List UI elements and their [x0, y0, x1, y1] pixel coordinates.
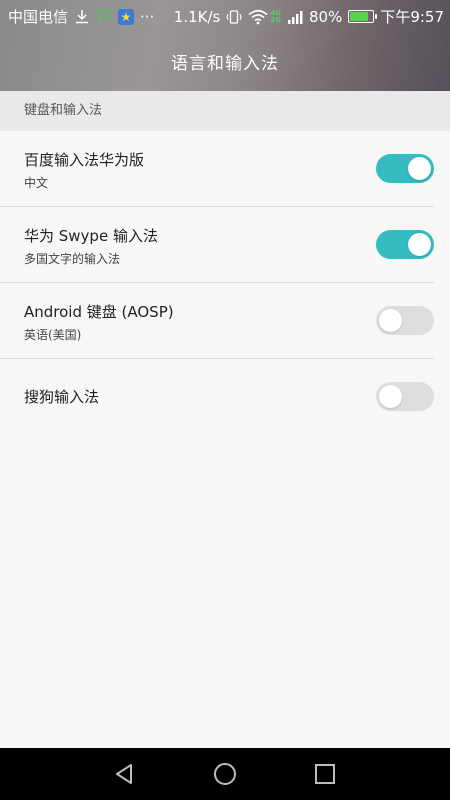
toggle-knob	[408, 233, 431, 256]
status-bar: 中国电信 ★ ··· 1.1K/s 4G 2G 80% 下午9:57	[0, 0, 450, 32]
back-icon[interactable]	[113, 762, 137, 786]
network-type-badge: 4G 2G	[270, 9, 281, 24]
toggle-switch[interactable]	[376, 306, 434, 335]
home-icon[interactable]	[213, 762, 237, 786]
list-item-baidu[interactable]: 百度输入法华为版 中文	[0, 131, 434, 207]
status-bar-right: 1.1K/s 4G 2G 80% 下午9:57	[174, 6, 444, 27]
more-notifications-icon: ···	[140, 7, 155, 26]
section-header: 键盘和输入法	[0, 91, 450, 131]
wifi-icon	[248, 9, 268, 25]
toggle-switch[interactable]	[376, 154, 434, 183]
toggle-switch[interactable]	[376, 230, 434, 259]
list-item-sogou[interactable]: 搜狗输入法	[0, 359, 434, 435]
signal-icon	[287, 9, 303, 25]
toggle-knob	[379, 309, 402, 332]
network-type-bottom: 2G	[270, 15, 281, 24]
message-icon	[96, 9, 112, 25]
page-title: 语言和输入法	[171, 54, 279, 74]
status-bar-left: 中国电信 ★ ···	[8, 6, 154, 27]
clock: 下午9:57	[380, 8, 444, 26]
network-speed: 1.1K/s	[173, 7, 221, 26]
list-item-subtitle: 多国文字的输入法	[24, 252, 121, 266]
battery-percent: 80%	[308, 7, 343, 26]
carrier-label: 中国电信	[8, 8, 69, 26]
recent-apps-icon[interactable]	[313, 762, 337, 786]
vibrate-icon	[226, 9, 242, 25]
list-item-title: 百度输入法华为版	[24, 151, 145, 169]
list-item-title: Android 键盘 (AOSP)	[24, 303, 174, 321]
download-arrow-icon	[74, 9, 90, 25]
list-item-title: 华为 Swype 输入法	[24, 227, 158, 245]
list-item-aosp[interactable]: Android 键盘 (AOSP) 英语(美国)	[0, 283, 434, 359]
list-item-subtitle: 英语(美国)	[24, 328, 82, 342]
input-method-list: 百度输入法华为版 中文 华为 Swype 输入法 多国文字的输入法 Androi…	[0, 131, 450, 435]
navigation-bar	[0, 748, 450, 800]
header: 中国电信 ★ ··· 1.1K/s 4G 2G 80% 下午9:57 语言和输入…	[0, 0, 450, 91]
list-item-swype[interactable]: 华为 Swype 输入法 多国文字的输入法	[0, 207, 434, 283]
battery-icon	[348, 10, 378, 23]
toggle-knob	[379, 385, 402, 408]
battery-level-fill	[350, 12, 368, 21]
star-app-icon: ★	[118, 8, 135, 25]
list-item-title: 搜狗输入法	[24, 388, 100, 406]
toggle-knob	[408, 157, 431, 180]
toggle-switch[interactable]	[376, 382, 434, 411]
settings-screen: 中国电信 ★ ··· 1.1K/s 4G 2G 80% 下午9:57 语言和输入…	[0, 0, 450, 800]
list-item-subtitle: 中文	[24, 176, 49, 190]
